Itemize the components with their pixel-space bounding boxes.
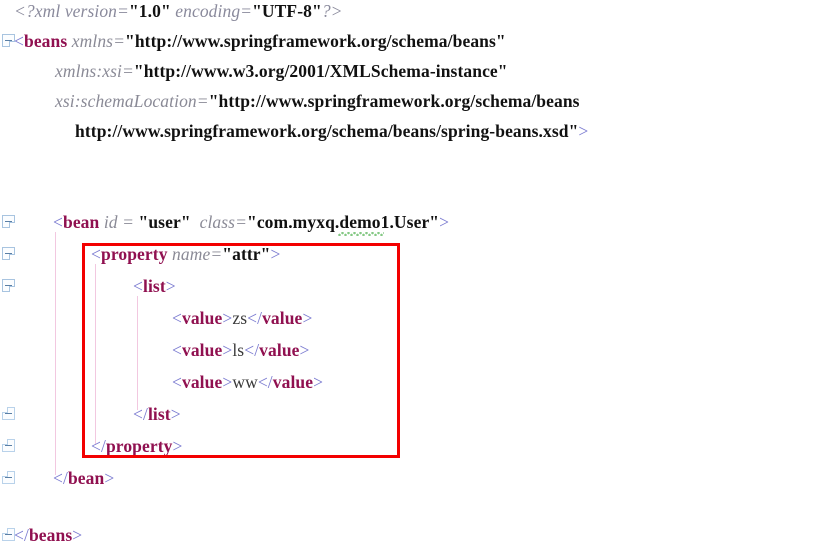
code-token-br: > xyxy=(170,404,181,424)
code-token-tag: list xyxy=(147,404,171,424)
code-token-txt: zs xyxy=(232,308,248,328)
code-token-pi: <?xml xyxy=(14,1,65,21)
code-token-br: </ xyxy=(53,468,68,488)
code-token-br: > xyxy=(104,468,115,488)
code-token-br: < xyxy=(172,308,182,328)
code-token-attr: class= xyxy=(190,212,247,232)
code-token-br: </ xyxy=(247,308,263,328)
code-token-tag: beans xyxy=(23,31,68,51)
code-token-attr: name= xyxy=(167,244,223,264)
code-token-pistr: "1.0" xyxy=(128,1,171,21)
fold-marker-bean-open[interactable] xyxy=(2,215,15,228)
code-token-br: < xyxy=(133,276,143,296)
code-token-attr: id = xyxy=(99,212,139,232)
code-token-tag: value xyxy=(262,308,303,328)
code-token-tag: bean xyxy=(67,468,105,488)
code-token-br: > xyxy=(578,121,589,141)
code-token-br: </ xyxy=(133,404,148,424)
code-token-tag: beans xyxy=(28,525,73,545)
code-token-attr: xsi:schemaLocation= xyxy=(55,91,209,111)
code-line-xml-declaration[interactable]: <?xml version="1.0" encoding="UTF-8"?> xyxy=(14,2,343,20)
indent-guide-property-level xyxy=(95,264,96,444)
code-line-property-open[interactable]: <property name="attr"> xyxy=(91,245,280,263)
code-token-br: > xyxy=(439,212,450,232)
fold-marker-list-close[interactable] xyxy=(2,407,15,420)
code-token-tag: value xyxy=(181,340,223,360)
code-token-br: < xyxy=(14,31,24,51)
code-line-bean-open[interactable]: <bean id = "user" class="com.myxq.demo1.… xyxy=(53,213,449,231)
code-token-br: > xyxy=(172,436,183,456)
fold-marker-property-open[interactable] xyxy=(2,247,15,260)
code-token-tag: value xyxy=(181,308,223,328)
code-token-br: > xyxy=(72,525,83,545)
indent-guide-bean-level xyxy=(55,232,56,475)
code-token-val: "com.myxq.demo1.User" xyxy=(247,212,440,232)
code-line-xmlns-xsi[interactable]: xmlns:xsi="http://www.w3.org/2001/XMLSch… xyxy=(55,62,508,80)
code-line-property-close[interactable]: </property> xyxy=(91,437,183,455)
code-line-value-ww[interactable]: <value>ww</value> xyxy=(172,373,323,391)
code-token-br: > xyxy=(302,308,313,328)
code-token-br: > xyxy=(270,244,281,264)
code-token-br: < xyxy=(91,244,101,264)
code-line-schema-location[interactable]: xsi:schemaLocation="http://www.springfra… xyxy=(55,92,580,110)
code-token-txt: ls xyxy=(232,340,245,360)
code-token-tag: value xyxy=(259,340,300,360)
code-token-val: http://www.springframework.org/schema/be… xyxy=(75,121,579,141)
code-line-beans-open[interactable]: <beans xmlns="http://www.springframework… xyxy=(14,32,506,50)
code-token-pistr: "UTF-8" xyxy=(252,1,322,21)
code-token-br: </ xyxy=(257,372,273,392)
code-token-tag: property xyxy=(105,436,173,456)
code-line-list-close[interactable]: </list> xyxy=(133,405,181,423)
code-token-br: > xyxy=(222,340,233,360)
code-line-beans-close[interactable]: </beans> xyxy=(14,526,82,544)
code-line-bean-close[interactable]: </bean> xyxy=(53,469,114,487)
code-token-tag: bean xyxy=(62,212,100,232)
code-token-tag: value xyxy=(181,372,223,392)
code-token-br: > xyxy=(222,308,233,328)
code-token-br: </ xyxy=(91,436,106,456)
code-token-pi: version= xyxy=(64,1,129,21)
code-line-value-ls[interactable]: <value>ls</value> xyxy=(172,341,310,359)
code-token-txt: ww xyxy=(232,372,258,392)
code-token-tag: list xyxy=(142,276,166,296)
code-line-list-open[interactable]: <list> xyxy=(133,277,176,295)
fold-marker-list-open[interactable] xyxy=(2,279,15,292)
code-token-tag: property xyxy=(100,244,168,264)
fold-marker-bean-close[interactable] xyxy=(2,471,15,484)
code-token-val: "http://www.springframework.org/schema/b… xyxy=(125,31,506,51)
code-token-br: > xyxy=(165,276,176,296)
code-token-attr: xmlns= xyxy=(67,31,125,51)
code-token-val: "user" xyxy=(138,212,191,232)
code-token-br: < xyxy=(172,372,182,392)
inspection-squiggle-icon xyxy=(338,232,384,236)
code-token-br: > xyxy=(222,372,233,392)
code-token-br: > xyxy=(313,372,324,392)
code-token-br: > xyxy=(299,340,310,360)
code-line-value-zs[interactable]: <value>zs</value> xyxy=(172,309,312,327)
code-token-tag: value xyxy=(272,372,314,392)
code-token-pi: encoding= xyxy=(170,1,253,21)
code-token-val: "http://www.springframework.org/schema/b… xyxy=(208,91,580,111)
xml-code-editor[interactable]: <?xml version="1.0" encoding="UTF-8"?> <… xyxy=(0,0,813,557)
code-token-val: "http://www.w3.org/2001/XMLSchema-instan… xyxy=(133,61,508,81)
code-token-val: "attr" xyxy=(222,244,271,264)
code-line-schema-location-2[interactable]: http://www.springframework.org/schema/be… xyxy=(75,122,588,140)
code-token-attr: xmlns:xsi= xyxy=(55,61,134,81)
code-token-pi: ?> xyxy=(321,1,343,21)
fold-marker-property-close[interactable] xyxy=(2,439,15,452)
code-token-br: </ xyxy=(14,525,29,545)
code-token-br: < xyxy=(53,212,63,232)
indent-guide-list-level xyxy=(137,296,138,410)
code-token-br: </ xyxy=(244,340,260,360)
code-token-br: < xyxy=(172,340,182,360)
